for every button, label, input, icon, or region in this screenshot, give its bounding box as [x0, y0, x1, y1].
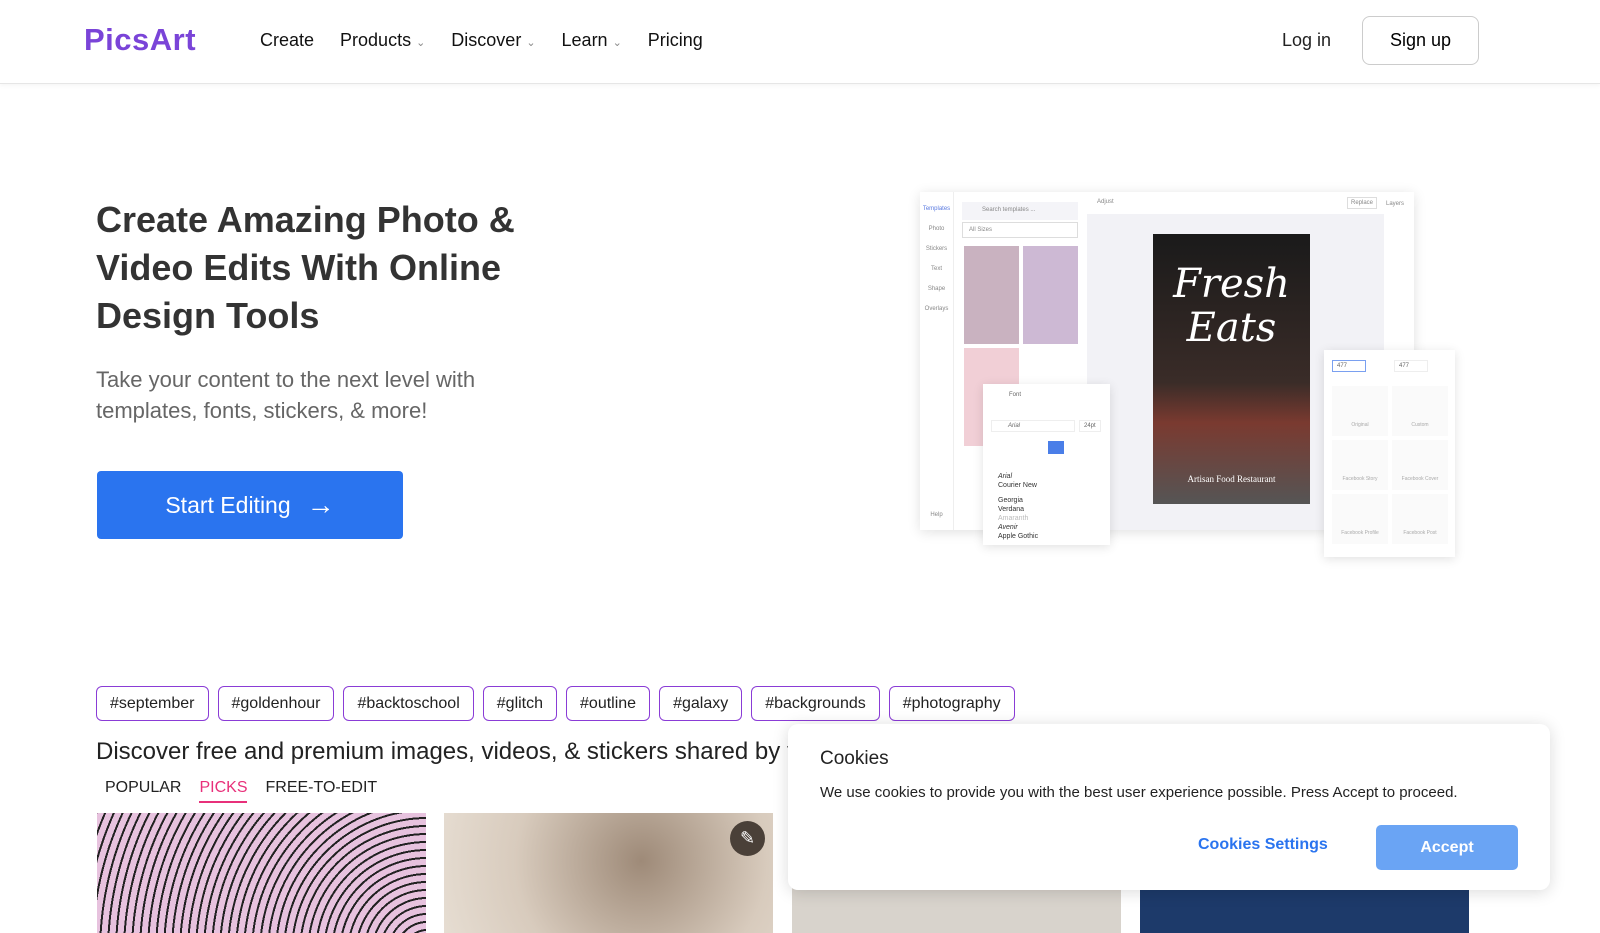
- poster-subtitle: Artisan Food Restaurant: [1187, 474, 1276, 484]
- mockup-sidebar-item: Help: [930, 512, 943, 518]
- font-size: 24pt: [1079, 420, 1101, 432]
- cookie-dialog: Cookies We use cookies to provide you wi…: [788, 724, 1550, 890]
- hashtag-chip[interactable]: #goldenhour: [217, 686, 335, 721]
- font-item: Arial: [998, 473, 1013, 480]
- tab-picks[interactable]: PICKS: [199, 779, 248, 803]
- login-link[interactable]: Log in: [1282, 30, 1331, 51]
- font-list: Arial Courier New Georgia Verdana Amaran…: [998, 472, 1038, 541]
- font-item: Apple Gothic: [998, 533, 1039, 540]
- hashtag-chip[interactable]: #backgrounds: [751, 686, 880, 721]
- preset-item: Original: [1332, 386, 1388, 436]
- edit-pencil-icon[interactable]: ✎: [730, 821, 765, 856]
- nav-label: Pricing: [647, 30, 703, 50]
- nav-pricing[interactable]: Pricing: [648, 30, 703, 51]
- preset-item: Facebook Cover: [1392, 440, 1448, 490]
- font-item: Courier New: [998, 482, 1037, 489]
- hashtag-chip[interactable]: #outline: [566, 686, 651, 721]
- tab-free-to-edit[interactable]: FREE-TO-EDIT: [265, 779, 377, 803]
- accept-button[interactable]: Accept: [1376, 825, 1518, 870]
- mockup-resize-panel: 477 477 Original Custom Facebook Story F…: [1324, 350, 1455, 557]
- top-nav: PicsArt Create Products ⌄ Discover ⌄ Learn…: [0, 0, 1600, 84]
- tab-popular[interactable]: POPULAR: [105, 779, 181, 803]
- mockup-sidebar-item: Overlays: [924, 306, 949, 312]
- hashtag-chip[interactable]: #september: [96, 686, 209, 721]
- nav-discover[interactable]: Discover ⌄: [451, 30, 535, 51]
- font-value: Arial: [991, 420, 1075, 432]
- main-menu: Create Products ⌄ Discover ⌄ Learn ⌄ Pricin…: [260, 30, 703, 51]
- hero-title: Create Amazing Photo & Video Edits With …: [96, 199, 515, 336]
- mockup-replace: Replace: [1347, 197, 1378, 209]
- hashtag-chip[interactable]: #galaxy: [659, 686, 743, 721]
- mockup-sidebar-item: Photo: [928, 226, 945, 232]
- chevron-down-icon: ⌄: [416, 37, 426, 49]
- discover-tabs: POPULAR PICKS FREE-TO-EDIT: [105, 779, 377, 803]
- preset-item: Custom: [1392, 386, 1448, 436]
- mockup-sidebar-item: Shape: [927, 286, 946, 292]
- mockup-adjust: Adjust: [1097, 199, 1114, 205]
- width-field: 477: [1332, 360, 1366, 372]
- nav-learn[interactable]: Learn ⌄: [562, 30, 622, 51]
- font-item: Georgia: [998, 497, 1023, 504]
- mockup-sidebar: Templates Photo Stickers Text Shape Over…: [920, 192, 954, 530]
- mockup-template-thumbs: [964, 246, 1019, 344]
- mockup-layers: Layers: [1386, 201, 1405, 207]
- cookies-settings-button[interactable]: Cookies Settings: [1198, 836, 1328, 854]
- preset-item: Facebook Story: [1332, 440, 1388, 490]
- font-item: Verdana: [998, 506, 1025, 513]
- cookie-title: Cookies: [820, 748, 889, 769]
- preset-item: Facebook Post: [1392, 494, 1448, 544]
- hashtag-chip[interactable]: #backtoschool: [343, 686, 474, 721]
- nav-label: Create: [260, 30, 315, 50]
- font-item: Avenir: [998, 524, 1018, 531]
- preset-grid: Original Custom Facebook Story Facebook …: [1332, 386, 1448, 544]
- mockup-sidebar-item: Templates: [922, 206, 951, 212]
- hashtag-chip[interactable]: #glitch: [482, 686, 558, 721]
- signup-button[interactable]: Sign up: [1362, 16, 1479, 65]
- picsart-logo[interactable]: PicsArt: [84, 22, 196, 58]
- hashtag-chip[interactable]: #photography: [888, 686, 1015, 721]
- mockup-sidebar-item: Text: [930, 266, 942, 272]
- nav-label: Products: [340, 30, 412, 50]
- mockup-font-panel: Font Arial 24pt Arial Courier New Georgi…: [983, 384, 1110, 545]
- mockup-sidebar-item: Stickers: [925, 246, 948, 252]
- height-field: 477: [1394, 360, 1428, 372]
- fresh-eats-poster: Fresh Eats Artisan Food Restaurant: [1153, 234, 1310, 504]
- cta-label: Start Editing: [165, 491, 291, 518]
- discover-heading: Discover free and premium images, videos…: [96, 738, 794, 765]
- hashtag-list: #september #goldenhour #backtoschool #gl…: [96, 686, 1015, 721]
- preset-item: Facebook Profile: [1332, 494, 1388, 544]
- cookie-text: We use cookies to provide you with the b…: [820, 784, 1458, 801]
- hero-subtitle: Take your content to the next level with…: [96, 367, 476, 423]
- nav-products[interactable]: Products ⌄: [340, 30, 425, 51]
- mockup-search: Search templates ...: [962, 202, 1078, 220]
- mockup-sizes: All Sizes: [962, 222, 1078, 238]
- align-center-icon: [1048, 441, 1064, 454]
- mockup-template-thumbs: [1023, 246, 1078, 344]
- font-label: Font: [1009, 392, 1022, 398]
- nav-label: Discover: [451, 30, 522, 50]
- image-card[interactable]: ✎: [444, 813, 773, 933]
- chevron-down-icon: ⌄: [612, 37, 622, 49]
- poster-title: Fresh Eats: [1173, 261, 1290, 351]
- image-card[interactable]: [97, 813, 426, 933]
- nav-create[interactable]: Create: [260, 30, 314, 51]
- chevron-down-icon: ⌄: [526, 37, 536, 49]
- arrow-right-icon: →: [306, 489, 335, 520]
- start-editing-button[interactable]: Start Editing →: [97, 471, 403, 539]
- nav-label: Learn: [561, 30, 608, 50]
- font-item: Amaranth: [998, 515, 1029, 522]
